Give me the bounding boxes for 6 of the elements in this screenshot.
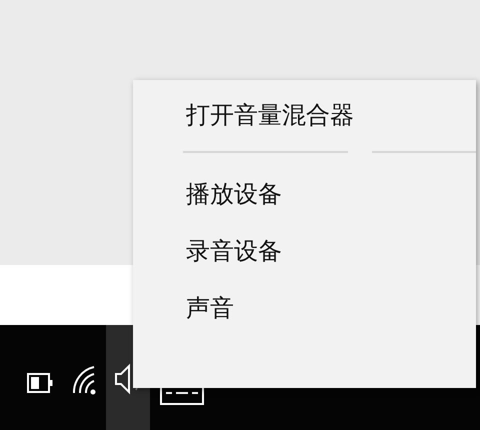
menu-item[interactable]: 打开音量混合器 xyxy=(186,102,354,129)
wifi-icon xyxy=(72,365,96,395)
menu-item[interactable]: 录音设备 xyxy=(186,238,282,265)
menu-item[interactable]: 声音 xyxy=(186,295,234,322)
battery-icon xyxy=(27,373,53,393)
menu-item[interactable]: 播放设备 xyxy=(186,181,282,208)
